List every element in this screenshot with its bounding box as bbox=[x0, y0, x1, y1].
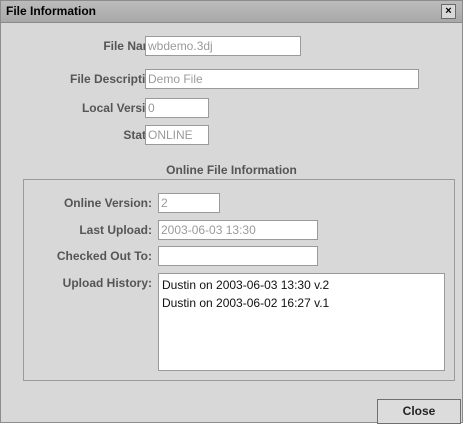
list-item[interactable]: Dustin on 2003-06-03 13:30 v.2 bbox=[162, 276, 441, 294]
local-version-field[interactable]: 0 bbox=[145, 98, 209, 118]
status-field[interactable]: ONLINE bbox=[145, 125, 209, 145]
file-name-field[interactable]: wbdemo.3dj bbox=[145, 36, 301, 56]
last-upload-field[interactable]: 2003-06-03 13:30 bbox=[158, 220, 318, 240]
online-version-label: Online Version: bbox=[63, 196, 152, 210]
checked-out-to-field[interactable] bbox=[158, 246, 318, 266]
upload-history-list[interactable]: Dustin on 2003-06-03 13:30 v.2 Dustin on… bbox=[158, 273, 445, 371]
file-description-field[interactable]: Demo File bbox=[145, 69, 419, 89]
upload-history-label: Upload History: bbox=[62, 276, 152, 290]
online-section-title: Online File Information bbox=[166, 163, 297, 177]
file-information-dialog: File Information × File Name: wbdemo.3dj… bbox=[0, 0, 463, 424]
online-version-field[interactable]: 2 bbox=[158, 193, 220, 213]
close-button[interactable]: Close bbox=[377, 399, 461, 424]
list-item[interactable]: Dustin on 2003-06-02 16:27 v.1 bbox=[162, 294, 441, 312]
checked-out-to-label: Checked Out To: bbox=[56, 249, 152, 263]
title-bar: File Information × bbox=[1, 1, 462, 23]
dialog-title: File Information bbox=[6, 4, 96, 18]
close-icon[interactable]: × bbox=[441, 4, 456, 19]
last-upload-label: Last Upload: bbox=[79, 223, 152, 237]
